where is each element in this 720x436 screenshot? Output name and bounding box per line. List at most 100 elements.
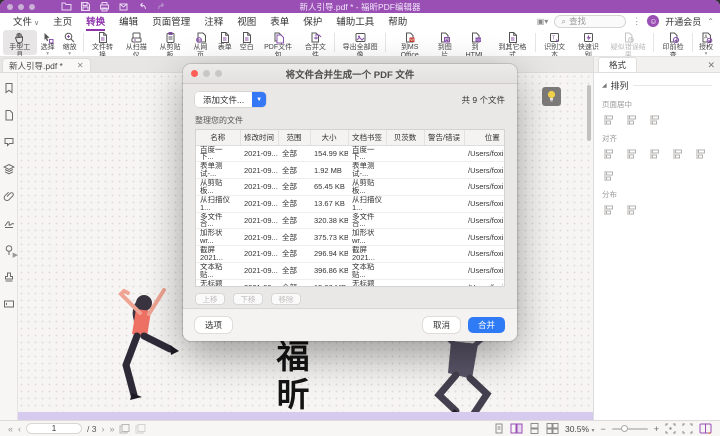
stamps-icon[interactable] (3, 270, 15, 288)
page-number-input[interactable]: 1 (26, 423, 82, 434)
menu-item-protect[interactable]: 保护 (296, 12, 329, 30)
tool-combine-files[interactable]: 合并文件 (298, 30, 332, 55)
more-options-icon[interactable]: ⋮ (632, 16, 641, 27)
signatures-icon[interactable] (3, 216, 15, 234)
zoom-level-dropdown[interactable]: 30.5% ▾ (565, 424, 595, 434)
close-panel-icon[interactable]: ✕ (707, 60, 715, 71)
column-header[interactable]: 名称 (196, 130, 240, 145)
tool-blank-page[interactable]: 空白 (236, 30, 258, 55)
open-icon[interactable] (61, 1, 72, 12)
table-row[interactable]: 文本粘贴...2021-09...全部396.86 KB文本粘贴.../User… (196, 262, 505, 279)
next-page-icon[interactable]: › (101, 424, 104, 434)
close-tab-icon[interactable]: ✕ (77, 61, 84, 70)
form-fields-icon[interactable] (3, 297, 15, 315)
align-center-icon[interactable] (625, 147, 639, 160)
dialog-close-button[interactable] (191, 70, 198, 77)
table-row[interactable]: 加形状wr...2021-09...全部375.73 KB加形状wr.../Us… (196, 229, 505, 246)
account-avatar[interactable]: ☺ (647, 15, 659, 27)
menu-item-edit[interactable]: 编辑 (112, 12, 145, 30)
dialog-maximize-button[interactable] (215, 70, 222, 77)
add-files-dropdown-icon[interactable]: ▼ (252, 92, 266, 107)
continuous-view-icon[interactable] (529, 423, 540, 434)
cancel-button[interactable]: 取消 (423, 317, 460, 333)
tool-from-web[interactable]: 从网页 (187, 30, 214, 55)
vertical-scrollbar[interactable] (587, 85, 591, 141)
merge-button[interactable]: 合并 (468, 317, 505, 333)
tool-from-clipboard[interactable]: 从剪贴板 (153, 30, 187, 55)
table-row[interactable]: 截屏2021...2021-09...全部296.94 KB截屏2021.../… (196, 246, 505, 263)
continuous-facing-view-icon[interactable] (546, 423, 559, 434)
column-header[interactable]: 修改时间 (240, 130, 278, 145)
tool-recognize-text[interactable]: T识别文本▾ (538, 30, 572, 55)
table-row[interactable]: 多文件合...2021-09...全部320.38 KB多文件合.../User… (196, 212, 505, 229)
column-header[interactable]: 贝茨数 (386, 130, 424, 145)
print-icon[interactable] (99, 1, 110, 12)
column-header[interactable]: 范围 (278, 130, 310, 145)
fit-page-icon[interactable] (682, 423, 693, 434)
table-row[interactable]: 无标题5_...2021-09...全部15.08 MB无标题5_.../Use… (196, 279, 505, 287)
align-bottom-icon[interactable] (602, 169, 616, 182)
page-thumbnails-icon[interactable] (3, 108, 15, 126)
attachments-icon[interactable] (3, 189, 15, 207)
redo-icon[interactable] (156, 1, 167, 12)
document-tab[interactable]: 新人引导.pdf * ✕ (2, 58, 91, 72)
table-row[interactable]: 从扫描仪 1...2021-09...全部13.67 KB从扫描仪 1.../U… (196, 195, 505, 212)
tab-format[interactable]: 格式 (598, 57, 637, 72)
move-up-button[interactable]: 上移 (195, 293, 225, 305)
search-input[interactable]: ⌕ 查找 (554, 15, 626, 28)
next-view-icon[interactable] (135, 424, 146, 434)
bookmarks-icon[interactable] (3, 81, 15, 99)
tool-select-tool[interactable]: 选择▾ (37, 30, 59, 55)
first-page-icon[interactable]: « (8, 424, 13, 434)
tool-to-ms-office[interactable]: W到MS Office▾ (388, 30, 431, 55)
maximize-window-button[interactable] (29, 4, 35, 10)
minimize-window-button[interactable] (18, 4, 24, 10)
tool-preflight[interactable]: 印前检查 (656, 30, 690, 55)
tip-lightbulb-button[interactable] (542, 87, 561, 106)
menu-item-home[interactable]: 主页 (46, 12, 79, 30)
distribute-vertical-icon[interactable] (625, 203, 639, 216)
column-header[interactable]: 文档书签 (348, 130, 386, 145)
tool-from-scanner[interactable]: 从扫描仪▾ (119, 30, 153, 55)
collapse-ribbon-icon[interactable]: ⌃ (707, 17, 714, 26)
close-window-button[interactable] (7, 4, 13, 10)
center-horizontal-icon[interactable] (602, 113, 616, 126)
options-button[interactable]: 选项 (195, 317, 232, 333)
upgrade-member-button[interactable]: 开通会员 (665, 15, 701, 28)
last-page-icon[interactable]: » (109, 424, 114, 434)
table-row[interactable]: 表单测试-...2021-09...全部1.92 MB表单测试-.../User… (196, 162, 505, 179)
save-icon[interactable] (80, 1, 91, 12)
arrange-section-header[interactable]: ◢ 排列 (602, 79, 712, 92)
table-row[interactable]: 从剪贴板...2021-09...全部65.45 KB从剪贴板.../Users… (196, 179, 505, 196)
zoom-slider-knob[interactable] (621, 425, 628, 432)
layers-icon[interactable] (3, 162, 15, 180)
find-options-icon[interactable]: ▣▾ (537, 17, 549, 26)
menu-item-view[interactable]: 视图 (230, 12, 263, 30)
share-icon[interactable] (118, 1, 129, 12)
prev-page-icon[interactable]: ‹ (18, 424, 21, 434)
undo-icon[interactable] (137, 1, 148, 12)
menu-item-convert[interactable]: 转换 (79, 12, 112, 30)
table-row[interactable]: 百度一下...2021-09...全部154.99 KB百度一下.../User… (196, 145, 505, 162)
column-header[interactable]: 警告/错误 (424, 130, 464, 145)
zoom-in-icon[interactable]: + (654, 424, 659, 434)
tool-pdf-portfolio[interactable]: PDF文件包▾ (258, 30, 299, 55)
tool-form-create[interactable]: 表单 (214, 30, 236, 55)
align-top-icon[interactable] (671, 147, 685, 160)
tool-to-image[interactable]: 到图片▾ (431, 30, 458, 55)
zoom-slider[interactable] (612, 428, 648, 430)
reading-mode-icon[interactable] (699, 423, 712, 434)
dialog-minimize-button[interactable] (203, 70, 210, 77)
tool-to-other-formats[interactable]: 到其它格式▾ (492, 30, 533, 55)
align-left-icon[interactable] (602, 147, 616, 160)
single-page-view-icon[interactable] (494, 423, 504, 434)
tool-to-html[interactable]: </>到 HTML (458, 30, 492, 55)
comments-icon[interactable] (3, 135, 15, 153)
align-right-icon[interactable] (648, 147, 662, 160)
column-header[interactable]: 位置 (464, 130, 505, 145)
center-both-icon[interactable] (648, 113, 662, 126)
tool-export-all-images[interactable]: 导出全部图像 (337, 30, 383, 55)
facing-pages-view-icon[interactable] (510, 423, 523, 434)
previous-view-icon[interactable] (119, 424, 130, 434)
menu-item-page-manage[interactable]: 页面管理 (145, 12, 197, 30)
